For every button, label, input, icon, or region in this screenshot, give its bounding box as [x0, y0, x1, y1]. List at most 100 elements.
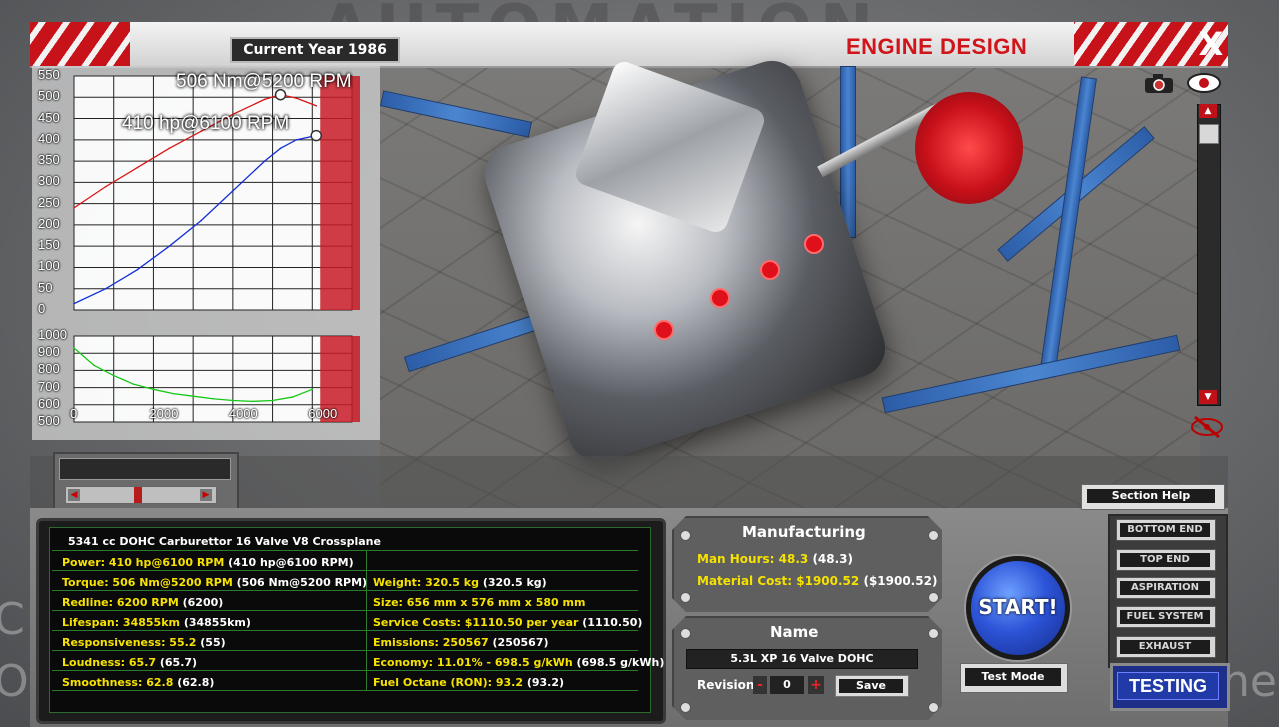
y-tick-label: 1000: [38, 327, 67, 342]
bolt: [680, 592, 691, 603]
stat-sub-value: (93.2): [526, 676, 565, 689]
engine-3d-viewport[interactable]: [379, 53, 1195, 469]
nav-exhaust[interactable]: EXHAUST: [1116, 636, 1216, 658]
zoom-up-arrow-icon[interactable]: ▲: [1199, 104, 1217, 118]
stat-sub-value: (55): [200, 636, 226, 649]
nav-label: FUEL SYSTEM: [1120, 610, 1210, 624]
stat-value: Fuel Octane (RON): 93.2: [373, 676, 527, 689]
series-point: [212, 397, 214, 400]
revision-label: Revision: [697, 678, 755, 692]
table-row-divider: [52, 570, 638, 571]
bolt: [928, 530, 939, 541]
nav-fuel-system[interactable]: FUEL SYSTEM: [1116, 606, 1216, 628]
stat-row: Torque: 506 Nm@5200 RPM (506 Nm@5200 RPM…: [62, 576, 367, 589]
series-point: [291, 396, 294, 398]
spark-plug: [654, 320, 674, 340]
series-point: [295, 97, 298, 99]
close-button[interactable]: X: [1196, 26, 1226, 62]
man-hours-key: Man Hours:: [697, 552, 775, 566]
stat-value: Emissions: 250567: [373, 636, 493, 649]
zoom-slider-thumb[interactable]: [1199, 124, 1219, 144]
stat-value: Smoothness: 62.8: [62, 676, 178, 689]
graph-slider-panel: ◀ ▶: [53, 452, 239, 514]
background-text: ne: [1222, 656, 1277, 707]
bolt: [928, 628, 939, 639]
slider-right-arrow-icon[interactable]: ▶: [200, 489, 212, 501]
nav-label: EXHAUST: [1120, 640, 1210, 654]
nav-label: BOTTOM END: [1120, 523, 1210, 537]
save-button[interactable]: Save: [835, 675, 909, 697]
material-cost: Material Cost: $1900.52 ($1900.52): [697, 574, 937, 588]
x-tick-label: 4000: [228, 406, 258, 421]
save-label: Save: [839, 679, 903, 693]
series-point: [104, 185, 107, 188]
nav-top-end[interactable]: TOP END: [1116, 549, 1216, 571]
x-tick-label: 0: [70, 406, 78, 421]
torque-peak-label: 506 Nm@5200 RPM: [176, 71, 352, 92]
x-tick-label: 6000: [308, 406, 338, 421]
header-stripes-left: [30, 22, 130, 66]
power-peak-label: 410 hp@6100 RPM: [122, 113, 290, 134]
stat-value: Power: 410 hp@6100 RPM: [62, 556, 229, 569]
stat-row: Smoothness: 62.8 (62.8): [62, 676, 214, 689]
header-bar: Current Year 1986 ENGINE DESIGN X: [30, 22, 1228, 68]
y-tick-label: 900: [38, 344, 60, 360]
stat-row: Service Costs: $1110.50 per year (1110.5…: [373, 616, 642, 629]
bolt: [680, 530, 691, 541]
nav-bottom-end[interactable]: BOTTOM END: [1116, 519, 1216, 541]
stat-row: Lifespan: 34855km (34855km): [62, 616, 251, 629]
test-mode-button[interactable]: Test Mode: [960, 663, 1068, 693]
current-year: Current Year 1986: [230, 37, 400, 63]
man-hours: Man Hours: 48.3 (48.3): [697, 552, 853, 566]
spark-plug: [760, 260, 780, 280]
y-tick-label: 0: [38, 301, 46, 316]
stat-sub-value: (506 Nm@5200 RPM): [236, 576, 368, 589]
nav-label: TOP END: [1120, 553, 1210, 567]
stat-sub-value: (250567): [492, 636, 549, 649]
section-help-label: Section Help: [1087, 489, 1215, 503]
bolt: [928, 592, 939, 603]
revision-increment-button[interactable]: +: [808, 676, 824, 694]
graph-slider[interactable]: ◀ ▶: [65, 486, 217, 504]
revision-decrement-button[interactable]: -: [753, 676, 767, 694]
nav-aspiration[interactable]: ASPIRATION: [1116, 577, 1216, 599]
slider-knob[interactable]: [134, 487, 142, 503]
table-row-divider: [52, 550, 638, 551]
slider-left-arrow-icon[interactable]: ◀: [68, 489, 80, 501]
y-tick-label: 150: [38, 237, 60, 253]
stat-row: Economy: 11.01% - 698.5 g/kWh (698.5 g/k…: [373, 656, 664, 669]
zoom-down-arrow-icon[interactable]: ▼: [1199, 390, 1217, 404]
bolt: [928, 702, 939, 713]
flywheel: [915, 92, 1023, 204]
nav-label: ASPIRATION: [1120, 581, 1210, 595]
series-point: [311, 388, 314, 391]
y-tick-label: 450: [38, 109, 60, 125]
table-row-divider: [52, 650, 638, 651]
testing-label: TESTING: [1117, 672, 1219, 700]
stat-sub-value: (65.7): [159, 656, 198, 669]
table-column-divider: [366, 550, 367, 690]
camera-icon[interactable]: [1143, 72, 1175, 94]
y-tick-label: 300: [38, 173, 60, 189]
start-button[interactable]: START!: [966, 556, 1070, 660]
name-title: Name: [770, 623, 819, 641]
stat-row: Fuel Octane (RON): 93.2 (93.2): [373, 676, 564, 689]
y-tick-label: 350: [38, 152, 60, 168]
revision-value: 0: [770, 676, 804, 694]
zoom-slider-track[interactable]: [1197, 104, 1221, 406]
page-title: ENGINE DESIGN: [846, 34, 1028, 59]
stat-sub-value: (6200): [182, 596, 224, 609]
table-row-divider: [52, 590, 638, 591]
eye-icon[interactable]: [1186, 72, 1222, 94]
series-point: [136, 166, 139, 169]
reset-view-icon[interactable]: [1190, 414, 1224, 440]
table-row-divider: [52, 610, 638, 611]
y-tick-label: 50: [38, 279, 53, 295]
power-peak-marker: [310, 129, 323, 142]
series-point: [263, 160, 266, 162]
testing-button[interactable]: TESTING: [1110, 663, 1230, 711]
stat-value: Service Costs: $1110.50 per year: [373, 616, 583, 629]
engine-name-field[interactable]: 5.3L XP 16 Valve DOHC: [686, 649, 918, 669]
stat-sub-value: (410 hp@6100 RPM): [228, 556, 354, 569]
section-help-button[interactable]: Section Help: [1081, 484, 1225, 510]
